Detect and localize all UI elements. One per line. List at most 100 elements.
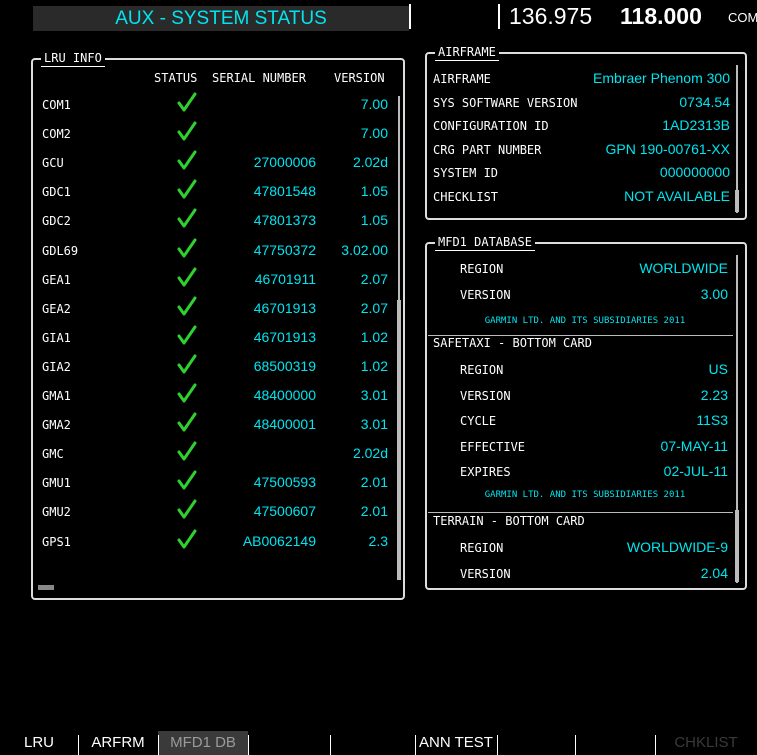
database-value: 07-MAY-11 (660, 437, 728, 454)
lru-version: 2.02d (352, 445, 388, 462)
lru-version: 7.00 (360, 125, 388, 142)
status-check-icon (176, 411, 198, 433)
lru-name: GMA2 (42, 418, 71, 433)
softkey-separator (330, 735, 331, 755)
mfd1-database-title: MFD1 DATABASE (435, 234, 535, 251)
lru-serial: 46701913 (253, 299, 316, 316)
lru-serial: 46701913 (253, 328, 316, 345)
airframe-scrollbar-thumb[interactable] (735, 190, 739, 212)
lru-version: 7.00 (360, 96, 388, 112)
status-check-icon (176, 295, 198, 317)
airframe-label: CRG PART NUMBER (433, 142, 542, 157)
lru-serial: 46701911 (254, 270, 316, 287)
airframe-value: NOT AVAILABLE (624, 187, 730, 204)
softkey-lru[interactable]: LRU (0, 731, 78, 755)
lru-bottom-marker (38, 585, 54, 590)
database-value: WORLDWIDE-9 (626, 539, 728, 555)
lru-name: GMC (42, 447, 64, 462)
lru-name: GCU (42, 156, 64, 171)
status-check-icon (176, 178, 198, 200)
database-label: VERSION (460, 567, 511, 581)
page-title: AUX - SYSTEM STATUS (115, 8, 327, 29)
softkey-chklist[interactable]: CHKLIST (655, 731, 757, 755)
lru-version: 1.05 (360, 183, 388, 200)
lru-version: 2.07 (360, 270, 388, 287)
lru-name: GMU1 (42, 476, 71, 491)
database-value: WORLDWIDE (639, 260, 728, 276)
safetaxi-section-title: SAFETAXI - BOTTOM CARD (433, 336, 592, 350)
lru-name: GDC1 (42, 185, 71, 200)
lru-serial: 27000006 (253, 154, 316, 171)
lru-version: 2.02d (352, 154, 388, 171)
lru-version: 1.05 (360, 212, 388, 229)
status-check-icon (176, 324, 198, 346)
lru-serial: 47801373 (253, 212, 316, 229)
softkey-mfd1-db[interactable]: MFD1 DB (158, 731, 248, 755)
softkey-blank-4 (248, 731, 330, 755)
database-value: 3.00 (700, 286, 728, 302)
airframe-value: 000000000 (659, 164, 730, 180)
mfd-screen: AUX - SYSTEM STATUS 136.975 118.000 COM2… (0, 0, 757, 755)
softkey-ann-test[interactable]: ANN TEST (415, 731, 497, 755)
airframe-title: AIRFRAME (435, 44, 499, 61)
airframe-label: SYS SOFTWARE VERSION (433, 95, 578, 110)
lru-name: GEA2 (42, 301, 71, 316)
lru-version: 3.02.00 (341, 241, 388, 258)
com-label: COM2 (728, 10, 757, 25)
softkey-separator (158, 735, 159, 755)
lru-name: GPS1 (42, 534, 71, 549)
airframe-value: 1AD2313B (662, 117, 730, 133)
lru-name: GDC2 (42, 214, 71, 229)
softkey-blank-8 (575, 731, 655, 755)
softkey-blank-5 (330, 731, 415, 755)
lru-name: COM2 (42, 127, 71, 142)
database-value: 2.04 (700, 565, 728, 581)
column-header-status: STATUS (154, 71, 198, 85)
lru-serial: 48400001 (253, 416, 316, 433)
lru-version: 3.01 (360, 416, 388, 433)
softkey-separator (497, 735, 498, 755)
lru-version: 3.01 (360, 387, 388, 403)
status-check-icon (176, 120, 198, 142)
database-label: CYCLE (460, 414, 497, 428)
airframe-label: CHECKLIST (433, 189, 499, 204)
airframe-label: CONFIGURATION ID (433, 119, 549, 133)
softkey-separator (575, 735, 576, 755)
lru-name: GIA2 (42, 359, 71, 374)
copyright-note: GARMIN LTD. AND ITS SUBSIDIARIES 2011 (484, 490, 686, 500)
lru-version: 2.01 (360, 474, 388, 491)
status-check-icon (176, 440, 198, 462)
database-label: VERSION (460, 388, 511, 403)
lru-version: 1.02 (360, 328, 388, 345)
db-scrollbar-thumb[interactable] (735, 510, 739, 582)
lru-serial: AB0062149 (242, 532, 316, 549)
softkey-arfrm[interactable]: ARFRM (78, 731, 158, 755)
lru-scrollbar-thumb[interactable] (397, 300, 401, 580)
airframe-value: GPN 190-00761-XX (605, 140, 730, 157)
top-bar: AUX - SYSTEM STATUS 136.975 118.000 COM2 (0, 0, 757, 31)
standby-frequency[interactable]: 118.000 (620, 3, 702, 29)
softkey-blank-7 (497, 731, 575, 755)
database-value: 2.23 (700, 386, 728, 403)
lru-version: 1.02 (360, 357, 388, 374)
lru-name: GMA1 (42, 389, 71, 403)
database-label: EXPIRES (460, 465, 511, 479)
database-label: EFFECTIVE (460, 439, 526, 454)
active-frequency[interactable]: 136.975 (509, 3, 592, 29)
status-check-icon (176, 382, 198, 404)
page-title-box: AUX - SYSTEM STATUS (33, 6, 409, 31)
softkey-separator (415, 735, 416, 755)
airframe-label: SYSTEM ID (433, 166, 499, 180)
lru-info-title: LRU INFO (41, 50, 105, 67)
lru-version: 2.01 (360, 503, 388, 520)
status-check-icon (176, 266, 198, 288)
copyright-note: GARMIN LTD. AND ITS SUBSIDIARIES 2011 (484, 316, 686, 326)
lru-name: GDL69 (42, 243, 79, 258)
lru-serial: 68500319 (253, 357, 316, 374)
status-check-icon (176, 469, 198, 491)
airframe-value: Embraer Phenom 300 (593, 70, 730, 86)
status-check-icon (176, 149, 198, 171)
lru-serial: 47750372 (253, 241, 316, 258)
status-check-icon (176, 353, 198, 375)
softkey-separator (655, 735, 656, 755)
